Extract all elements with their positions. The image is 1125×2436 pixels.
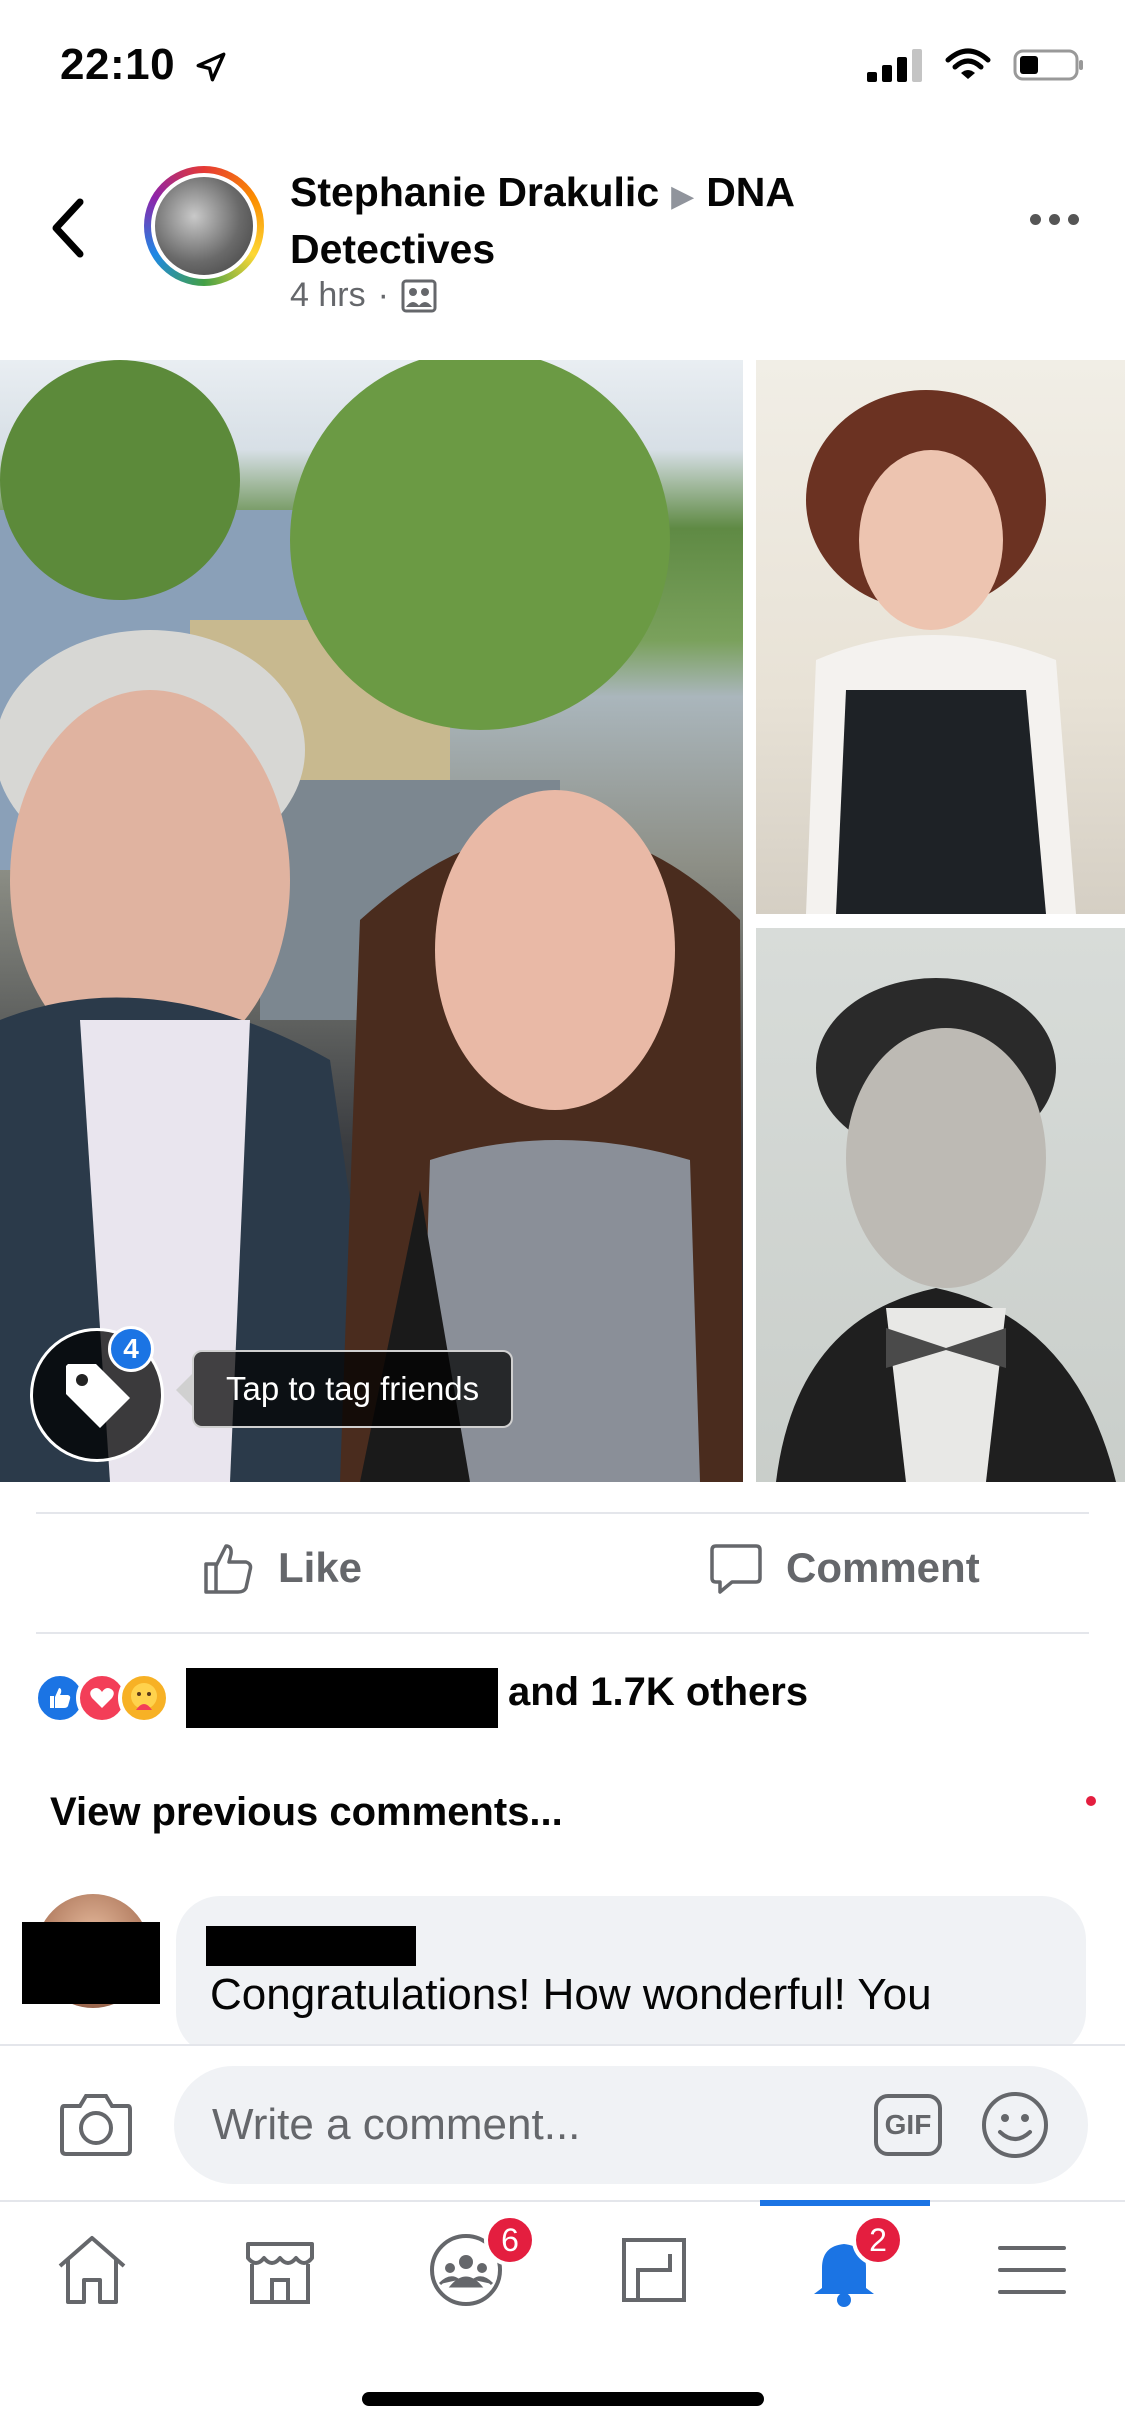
- status-indicators: [867, 48, 1085, 82]
- post-photo-yearbook[interactable]: [756, 928, 1125, 1482]
- post-meta: 4 hrs ·: [290, 276, 437, 315]
- gif-button[interactable]: GIF: [874, 2094, 942, 2156]
- redacted-avatar-block: [22, 1922, 160, 2004]
- comment-input[interactable]: Write a comment... GIF: [174, 2066, 1088, 2184]
- comment-label: Comment: [786, 1544, 980, 1591]
- marketplace-tab-icon[interactable]: [240, 2230, 320, 2310]
- wifi-icon: [945, 48, 991, 79]
- author-name[interactable]: Stephanie Drakulic: [290, 169, 659, 215]
- post-photo-childhood[interactable]: [756, 360, 1125, 914]
- back-chevron-icon[interactable]: [48, 196, 88, 260]
- divider: [36, 1632, 1089, 1634]
- reaction-summary[interactable]: [34, 1668, 498, 1728]
- emoji-icon[interactable]: [980, 2090, 1050, 2160]
- like-button[interactable]: Like: [200, 1540, 362, 1596]
- redacted-commenter-name: [206, 1926, 416, 1966]
- comment-icon: [710, 1544, 762, 1594]
- pages-tab-icon[interactable]: [614, 2230, 694, 2310]
- status-time: 22:10: [60, 40, 228, 90]
- like-label: Like: [278, 1544, 363, 1591]
- battery-icon: [1013, 49, 1083, 81]
- comment-text: Congratulations! How wonderful! You: [210, 1970, 932, 2019]
- home-indicator: [362, 2392, 764, 2406]
- redacted-names: [186, 1668, 498, 1728]
- menu-tab-icon[interactable]: [992, 2230, 1072, 2310]
- location-icon: [196, 52, 226, 82]
- comment-bubble[interactable]: Congratulations! How wonderful! You: [176, 1896, 1086, 2056]
- camera-icon[interactable]: [58, 2088, 134, 2158]
- home-tab-icon[interactable]: [52, 2230, 132, 2310]
- comment-button[interactable]: Comment: [708, 1540, 980, 1596]
- post-time[interactable]: 4 hrs: [290, 276, 366, 315]
- groups-badge: 6: [484, 2214, 536, 2266]
- more-options-icon[interactable]: [1030, 214, 1079, 225]
- unread-dot: [1086, 1796, 1096, 1806]
- comment-input-placeholder: Write a comment...: [212, 2100, 581, 2149]
- reaction-count-text[interactable]: and 1.7K others: [508, 1670, 808, 1715]
- post-title: Stephanie Drakulic ▶ DNA Detectives: [290, 166, 890, 275]
- thumbs-up-icon: [204, 1544, 253, 1594]
- author-avatar[interactable]: [144, 166, 264, 286]
- notifications-badge: 2: [852, 2214, 904, 2266]
- bottom-tab-bar: [0, 2200, 1125, 2352]
- tag-friends-tooltip[interactable]: Tap to tag friends: [192, 1350, 514, 1428]
- separator-dot: ·: [377, 276, 389, 314]
- group-privacy-icon: [401, 279, 437, 312]
- cellular-signal-icon: [867, 49, 922, 82]
- care-reaction-icon: [118, 1672, 170, 1724]
- divider: [36, 1512, 1089, 1514]
- arrow-right-icon: ▶: [671, 180, 695, 213]
- post-photo-main[interactable]: [0, 360, 743, 1482]
- view-previous-comments-link[interactable]: View previous comments...: [50, 1790, 563, 1835]
- active-tab-indicator: [760, 2200, 930, 2206]
- tag-count-badge: 4: [108, 1326, 154, 1372]
